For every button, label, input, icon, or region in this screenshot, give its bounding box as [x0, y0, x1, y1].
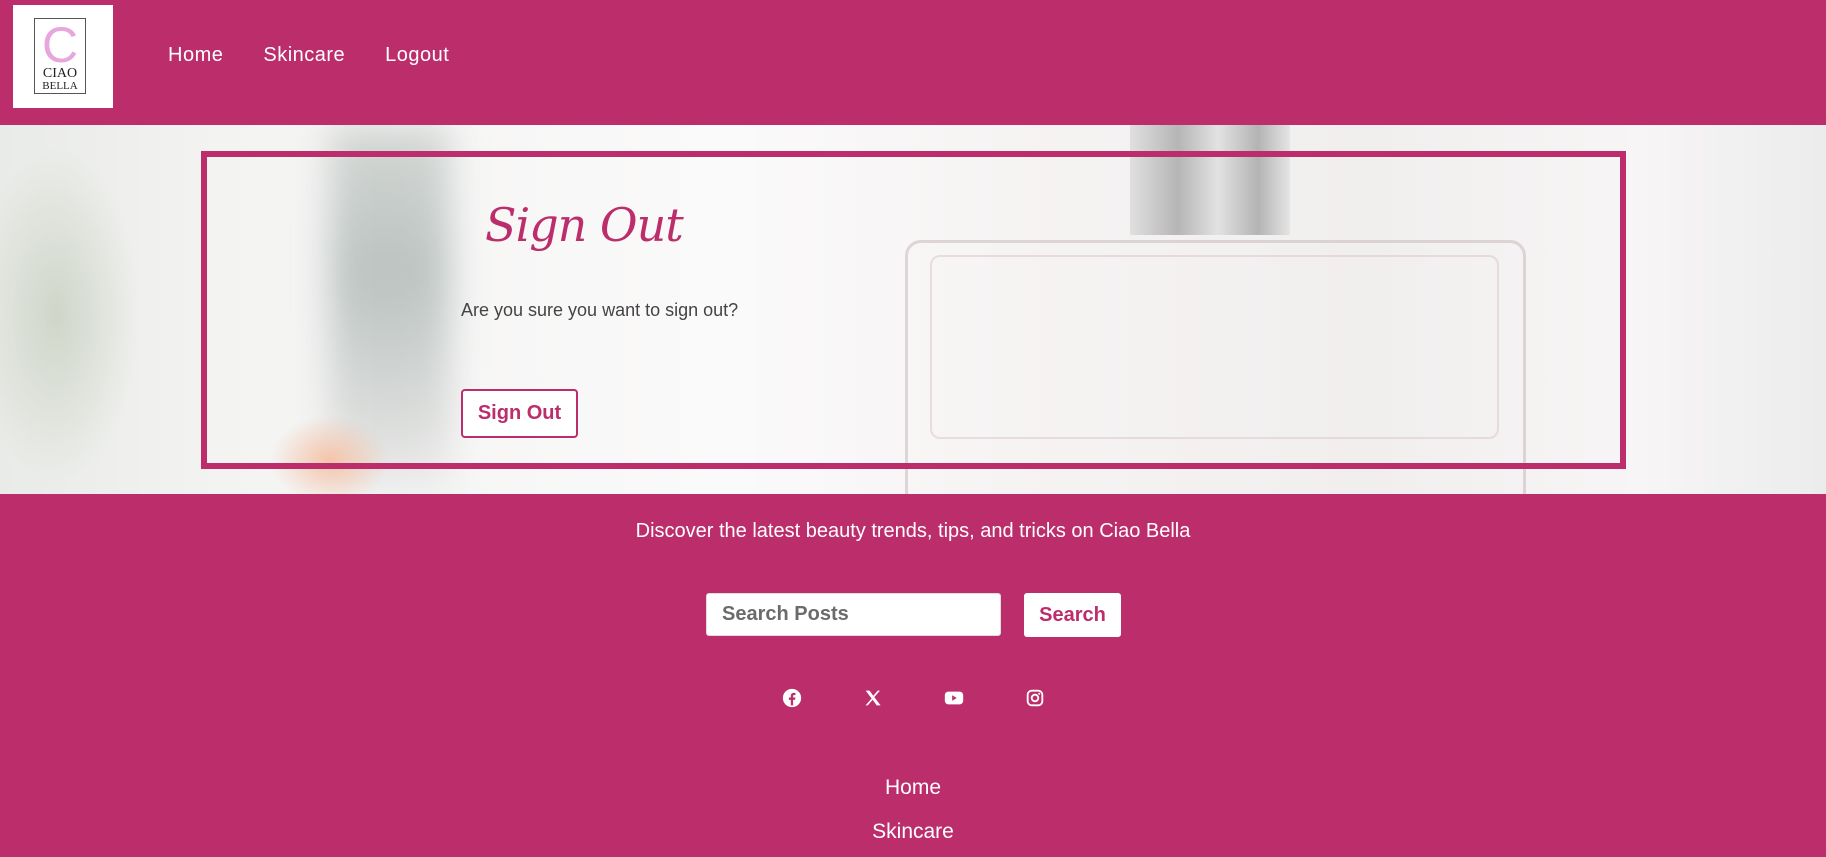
nav-skincare[interactable]: Skincare: [263, 44, 345, 67]
footer-tagline: Discover the latest beauty trends, tips,…: [635, 520, 1191, 542]
site-header: C CIAO BELLA Home Skincare Logout: [0, 0, 1826, 125]
footer-nav-skincare[interactable]: Skincare: [0, 820, 1826, 844]
x-twitter-icon[interactable]: [862, 687, 884, 709]
page-title: Sign Out: [485, 198, 684, 252]
site-logo[interactable]: C CIAO BELLA: [13, 5, 113, 108]
logo-text-line2: BELLA: [42, 80, 78, 92]
sign-out-button[interactable]: Sign Out: [461, 389, 578, 438]
signout-message: Are you sure you want to sign out?: [461, 300, 739, 320]
nav-logout[interactable]: Logout: [385, 44, 449, 67]
logo-letter: C: [41, 17, 79, 73]
logo-text-line1: CIAO: [42, 66, 78, 81]
facebook-icon[interactable]: [781, 687, 803, 709]
signout-card: [201, 151, 1626, 469]
instagram-icon[interactable]: [1024, 687, 1046, 709]
footer-nav-home[interactable]: Home: [0, 776, 1826, 800]
search-input[interactable]: [706, 593, 1001, 636]
nav-home[interactable]: Home: [168, 44, 223, 67]
background-blur: [0, 145, 140, 485]
logo-frame: C CIAO BELLA: [34, 18, 86, 94]
youtube-icon[interactable]: [943, 687, 965, 709]
search-button[interactable]: Search: [1024, 593, 1121, 637]
site-footer: Discover the latest beauty trends, tips,…: [0, 494, 1826, 857]
main-nav: Home Skincare Logout: [168, 44, 489, 67]
